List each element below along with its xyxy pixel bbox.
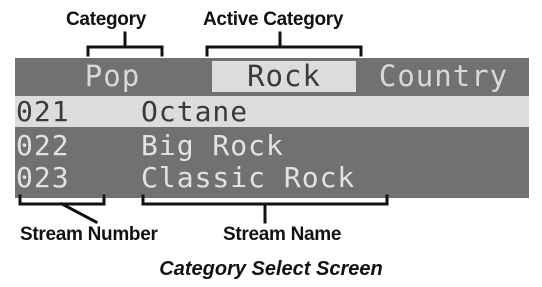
figure-caption: Category Select Screen [159,258,383,280]
stream-number-callout-label: Stream Number [20,224,158,245]
stream-number-leader [59,201,99,225]
active-category-bracket [205,45,363,57]
stream-name-callout-label: Stream Name [223,224,342,245]
